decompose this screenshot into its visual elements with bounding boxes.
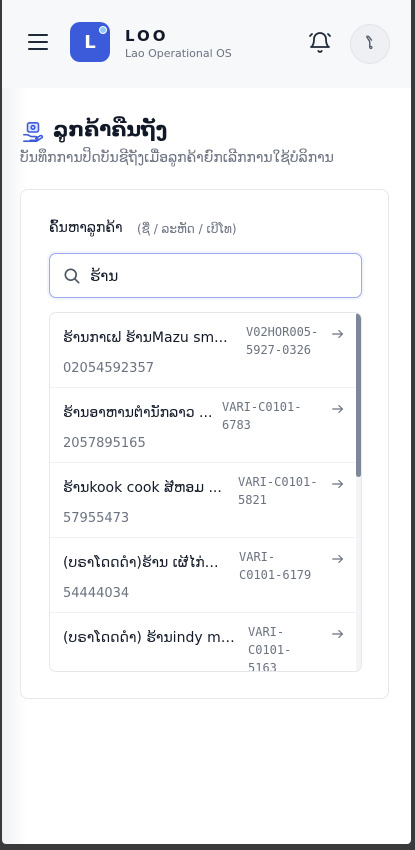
list-item[interactable]: ຮ້ານkook cook ສີຫອມ ... VARI-C0101- 5821…	[50, 463, 355, 538]
logo-dot	[99, 26, 107, 34]
customer-name: ຮ້ານກາເຟ ຮ້ານMazu sm...	[63, 330, 228, 346]
customer-code: VARI-C0101- 6783	[222, 400, 302, 432]
search-hint: (ຊື່ / ລະຫັດ / ເບີໂທ)	[137, 222, 237, 236]
arrow-right-icon	[332, 629, 344, 639]
arrow-right-icon	[332, 554, 344, 564]
customer-return-icon	[23, 122, 44, 142]
brand-name: LOO	[125, 27, 169, 45]
customer-phone: 57955473	[63, 511, 130, 526]
search-label: ຄົ້ນຫາລູກຄ້າ	[49, 220, 123, 236]
customer-name: ຮ້ານkook cook ສີຫອມ ...	[63, 480, 222, 496]
brand-subtitle: Lao Operational OS	[125, 47, 232, 60]
search-box[interactable]	[49, 253, 362, 298]
scrollbar[interactable]	[356, 313, 361, 671]
customer-name: ຮ້ານອາຫານຕຳນັກລາວ ...	[63, 405, 213, 421]
arrow-right-icon	[332, 404, 344, 414]
arrow-right-icon	[332, 479, 344, 489]
logo-letter: L	[84, 31, 96, 53]
bell-icon[interactable]	[308, 31, 332, 55]
list-item[interactable]: (ບຣາໂດດດຳ) ຮ້ານindy mi... VARI- C0101- 5…	[50, 613, 355, 672]
customer-phone: 2057895165	[63, 436, 146, 451]
search-card: ຄົ້ນຫາລູກຄ້າ (ຊື່ / ລະຫັດ / ເບີໂທ) ຮ້ານກ…	[20, 189, 389, 699]
avatar[interactable]: ໂ	[350, 24, 390, 64]
scrollbar-thumb[interactable]	[356, 313, 361, 477]
customer-name: (ບຣາໂດດດຳ) ຮ້ານindy mi...	[63, 630, 237, 646]
search-icon	[64, 268, 80, 284]
app-frame: L LOO Lao Operational OS ໂ ລູກຄ້າຄືນຖັງ …	[2, 0, 411, 844]
arrow-right-icon	[332, 329, 344, 339]
search-input[interactable]	[90, 263, 350, 289]
app-logo[interactable]: L	[70, 22, 110, 62]
customer-code: VARI- C0101- 5163	[248, 625, 292, 672]
list-item[interactable]: ຮ້ານອາຫານຕຳນັກລາວ ... VARI-C0101- 6783 2…	[50, 388, 355, 463]
top-bar: L LOO Lao Operational OS ໂ	[2, 0, 411, 88]
menu-icon[interactable]	[28, 34, 48, 52]
customer-phone: 02054592357	[63, 361, 154, 376]
customer-code: VARI- C0101-6179	[239, 550, 312, 582]
page-subtitle: ບັນທຶກການປິດບັນຊີຖັງເມື່ອລູກຄ້າຍົກເລີກກາ…	[20, 150, 334, 166]
customer-phone: 54444034	[63, 586, 130, 601]
list-item[interactable]: (ບຣາໂດດດຳ)ຮ້ານ ເຜີໄກ່ມາ... VARI- C0101-6…	[50, 538, 355, 613]
customer-code: VARI-C0101- 5821	[238, 475, 318, 507]
customer-code: V02HOR005- 5927-0326	[246, 325, 319, 357]
list-item[interactable]: ຮ້ານກາເຟ ຮ້ານMazu sm... V02HOR005- 5927-…	[50, 313, 355, 388]
results-list[interactable]: ຮ້ານກາເຟ ຮ້ານMazu sm... V02HOR005- 5927-…	[49, 312, 362, 672]
avatar-letter: ໂ	[366, 35, 374, 53]
customer-name: (ບຣາໂດດດຳ)ຮ້ານ ເຜີໄກ່ມາ...	[63, 555, 227, 571]
page-title: ລູກຄ້າຄືນຖັງ	[53, 117, 168, 141]
